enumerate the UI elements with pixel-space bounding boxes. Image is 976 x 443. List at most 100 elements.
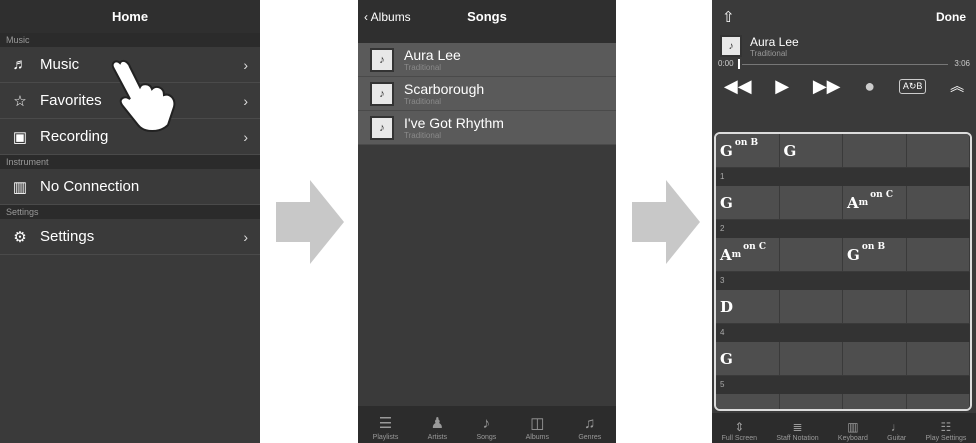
album-icon: ◫ xyxy=(530,415,545,432)
tab-staff-notation[interactable]: ≣ Staff Notation xyxy=(776,419,818,442)
chord-root: G xyxy=(783,141,797,160)
player-screen: ⇧ Done ♪ Aura Lee Traditional 0:00 3:06 … xyxy=(712,0,976,443)
chord-bass: on B xyxy=(861,242,886,252)
song-artist: Traditional xyxy=(404,96,442,106)
tab-playlists[interactable]: ☰ Playlists xyxy=(373,414,399,441)
rewind-icon[interactable]: ◀◀ xyxy=(724,76,752,97)
chord-cell[interactable]: Gon B xyxy=(843,238,907,272)
staff-icon: ≣ xyxy=(792,420,803,434)
chord-grid[interactable]: Gon B G 1 G Am on C 2 Am on C Gon B3D4G5 xyxy=(714,132,972,411)
chord-cell[interactable]: D xyxy=(716,290,780,324)
tab-label: Keyboard xyxy=(837,435,868,442)
keyboard-icon: ▥ xyxy=(847,420,859,434)
chord-quality: m xyxy=(731,249,742,260)
play-icon[interactable]: ▶ xyxy=(775,76,789,97)
chord-cell[interactable] xyxy=(906,342,970,376)
time-current: 0:00 xyxy=(718,59,734,68)
progress-track xyxy=(742,64,948,65)
tab-full-screen[interactable]: ⇕ Full Screen xyxy=(722,419,757,442)
ab-repeat-button[interactable]: A↻B xyxy=(898,78,927,94)
chord-cell[interactable] xyxy=(716,394,780,409)
chord-row: G Am on C xyxy=(716,186,970,220)
done-button[interactable]: Done xyxy=(936,10,966,24)
menu-item-label: Recording xyxy=(40,128,109,145)
song-row[interactable]: ♪ Aura Lee Traditional xyxy=(358,43,616,77)
progress-bar[interactable]: 0:00 3:06 xyxy=(712,59,976,71)
tab-artists[interactable]: ♟ Artists xyxy=(428,414,447,441)
artist-icon: ♟ xyxy=(430,415,445,432)
chord-cell[interactable] xyxy=(906,186,970,220)
chord-row: G xyxy=(716,342,970,376)
recording-folder-icon: ▣ xyxy=(12,128,28,146)
tab-label: Playlists xyxy=(372,434,399,441)
song-row[interactable]: ♪ I've Got Rhythm Traditional xyxy=(358,111,616,145)
chord-cell[interactable] xyxy=(906,394,970,409)
menu-item-settings[interactable]: ⚙ Settings › xyxy=(0,219,260,255)
chord-cell[interactable] xyxy=(906,238,970,272)
tab-play-settings[interactable]: ☷ Play Settings xyxy=(926,419,967,442)
chord-row xyxy=(716,394,970,409)
chord-cell[interactable] xyxy=(779,394,843,409)
tab-albums[interactable]: ◫ Albums xyxy=(526,414,549,441)
songs-navbar: ‹ Albums Songs xyxy=(358,0,616,33)
guitar-icon: ♩ xyxy=(890,420,903,434)
time-total: 3:06 xyxy=(954,59,970,68)
chord-root: G xyxy=(720,349,733,368)
playhead[interactable] xyxy=(738,59,740,69)
chord-cell[interactable] xyxy=(779,238,843,272)
chord-cell[interactable]: Am on C xyxy=(843,186,907,220)
sliders-icon: ☷ xyxy=(940,420,952,434)
chord-cell[interactable] xyxy=(906,134,970,168)
tab-guitar[interactable]: ♩ Guitar xyxy=(887,419,906,442)
chord-cell[interactable] xyxy=(779,186,843,220)
collapse-icon[interactable]: ︽ xyxy=(950,76,964,96)
now-playing-title: Aura Lee xyxy=(750,34,799,49)
tab-keyboard[interactable]: ▥ Keyboard xyxy=(838,419,868,442)
chord-cell[interactable] xyxy=(906,290,970,324)
chord-root: A xyxy=(720,245,732,264)
bar-number: 2 xyxy=(720,224,725,233)
tab-label: Albums xyxy=(525,434,549,441)
keyboard-icon: ▥ xyxy=(12,178,28,196)
chord-root: G xyxy=(847,245,860,264)
chord-cell[interactable] xyxy=(843,394,907,409)
chord-cell[interactable] xyxy=(779,290,843,324)
tab-genres[interactable]: ♫ Genres xyxy=(578,414,601,441)
genre-icon: ♫ xyxy=(584,415,596,432)
chord-cell[interactable] xyxy=(843,134,907,168)
chord-cell[interactable]: Gon B xyxy=(716,134,780,168)
song-artist: Traditional xyxy=(404,62,442,72)
player-topbar: ⇧ Done xyxy=(712,0,976,33)
chord-row: Am on C Gon B xyxy=(716,238,970,272)
tab-songs[interactable]: ♪ Songs xyxy=(476,414,496,441)
chord-cell[interactable] xyxy=(779,342,843,376)
song-row[interactable]: ♪ Scarborough Traditional xyxy=(358,77,616,111)
section-instrument: Instrument xyxy=(0,155,260,169)
home-navbar: Home xyxy=(0,0,260,33)
bar-number: 5 xyxy=(720,380,725,389)
chord-cell[interactable]: G xyxy=(716,342,780,376)
album-art-icon: ♪ xyxy=(370,115,394,140)
song-title: I've Got Rhythm xyxy=(404,114,504,131)
songs-screen: ‹ Albums Songs ♪ Aura Lee Traditional ♪ S… xyxy=(358,0,616,443)
chevron-right-icon: › xyxy=(243,128,248,145)
chord-cell[interactable] xyxy=(843,342,907,376)
tab-label: Staff Notation xyxy=(776,435,819,442)
chord-bass: on C xyxy=(743,242,767,252)
chord-cell[interactable]: G xyxy=(716,186,780,220)
chord-cell[interactable]: Am on C xyxy=(716,238,780,272)
album-art-icon: ♪ xyxy=(370,47,394,72)
chord-row: Gon BG xyxy=(716,134,970,168)
share-icon[interactable]: ⇧ xyxy=(722,8,735,26)
spacer xyxy=(358,33,616,43)
record-icon[interactable]: ● xyxy=(864,76,875,97)
fast-forward-icon[interactable]: ▶▶ xyxy=(813,76,841,97)
note-icon: ♪ xyxy=(482,415,491,432)
back-button[interactable]: ‹ Albums xyxy=(364,10,411,24)
songs-title: Songs xyxy=(467,9,507,24)
chord-quality: m xyxy=(858,197,869,208)
chord-cell[interactable]: G xyxy=(779,134,843,168)
menu-item-connection[interactable]: ▥ No Connection xyxy=(0,169,260,205)
chord-cell[interactable] xyxy=(843,290,907,324)
player-tabbar: ⇕ Full Screen ≣ Staff Notation ▥ Keyboard ♩… xyxy=(712,413,976,443)
